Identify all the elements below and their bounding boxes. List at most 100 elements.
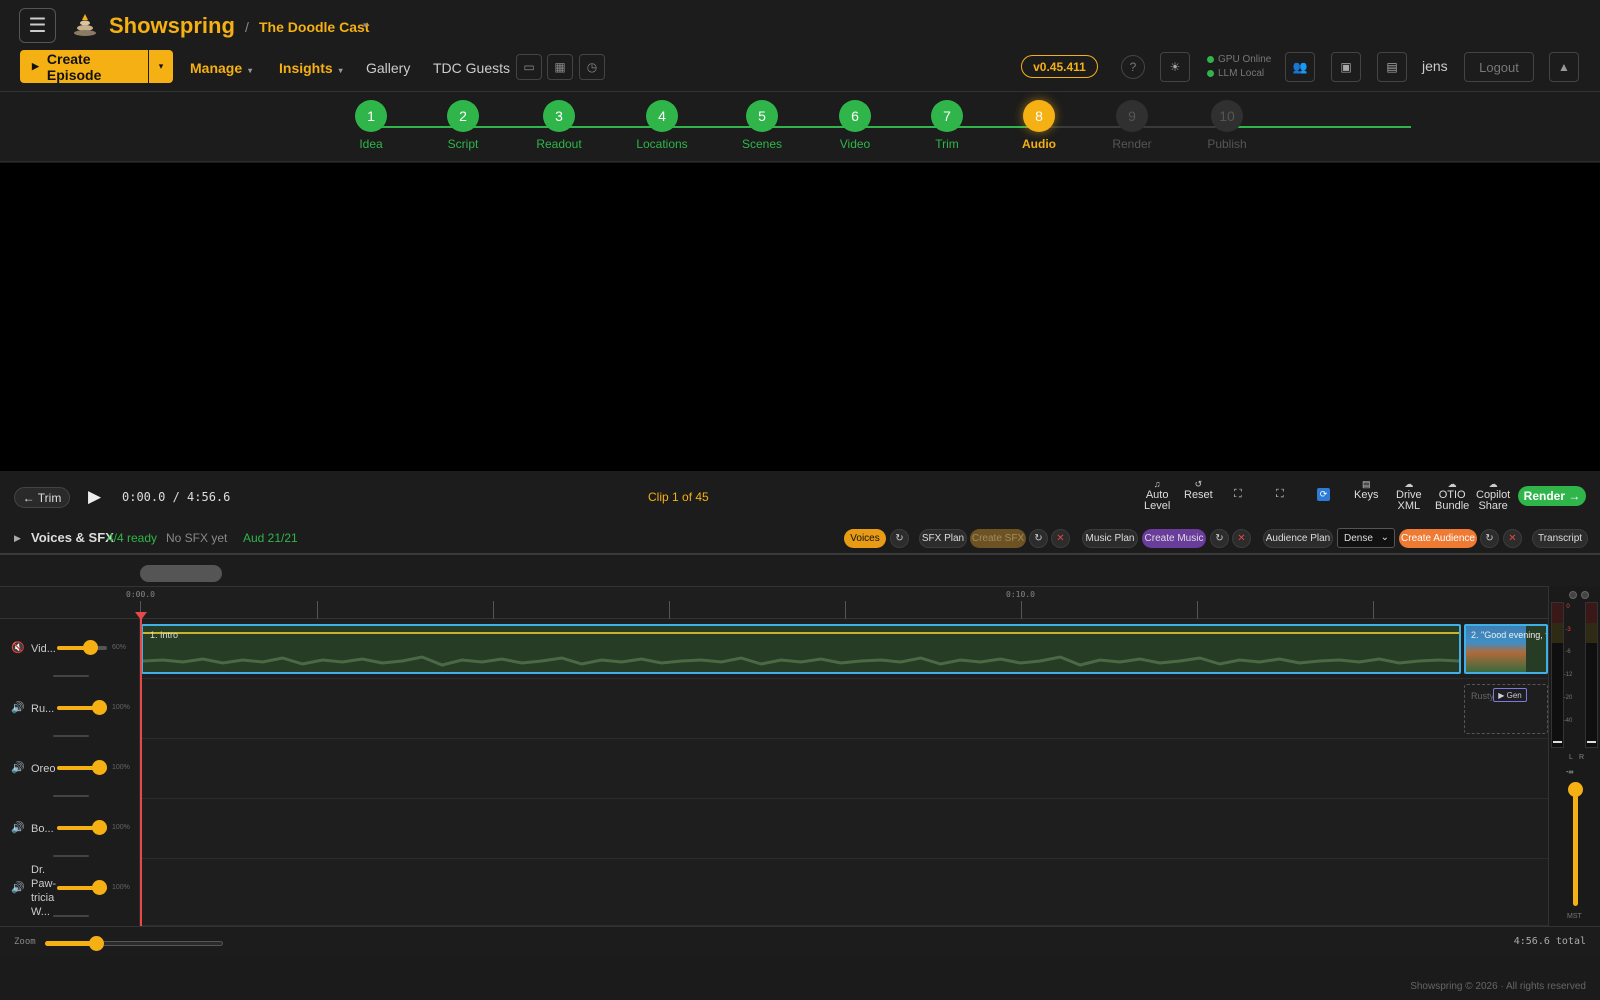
- calendar-icon[interactable]: ▦: [547, 54, 573, 80]
- video-preview[interactable]: [0, 163, 1600, 471]
- step-publish[interactable]: 10 Publish: [1187, 100, 1267, 151]
- meter-dot-icon[interactable]: [1581, 591, 1589, 599]
- chat-icon[interactable]: ▤: [1377, 52, 1407, 82]
- track-volume-knob[interactable]: [83, 640, 98, 655]
- master-fader-track[interactable]: [1573, 786, 1578, 906]
- zoom-slider-knob[interactable]: [89, 936, 104, 951]
- step-script[interactable]: 2 Script: [423, 100, 503, 151]
- playhead-handle-icon[interactable]: [135, 612, 147, 620]
- clip-good-evening[interactable]: 2. "Good evening, f: [1464, 624, 1548, 674]
- theme-toggle-sun-icon[interactable]: ☀: [1160, 52, 1190, 82]
- music-refresh-icon[interactable]: ↻: [1210, 529, 1229, 548]
- reset-button[interactable]: ↺ Reset: [1184, 479, 1213, 501]
- otio-bundle-button[interactable]: ☁ OTIO Bundle: [1435, 479, 1469, 512]
- step-label: Idea: [359, 137, 383, 151]
- timeline-ruler[interactable]: 0:00.0 0:10.0: [0, 586, 1548, 619]
- speaker-muted-icon[interactable]: 🔇: [11, 641, 25, 654]
- track-volume-knob[interactable]: [92, 880, 107, 895]
- step-audio[interactable]: 8 Audio: [999, 100, 1079, 151]
- track-resize-handle[interactable]: [53, 675, 89, 677]
- project-breadcrumb[interactable]: The Doodle Cast: [259, 19, 369, 35]
- step-render[interactable]: 9 Render: [1092, 100, 1172, 151]
- auto-level-button[interactable]: ♫ Auto Level: [1144, 479, 1170, 512]
- insights-chevron-down-icon: ▾: [338, 66, 343, 75]
- step-label: Script: [447, 137, 479, 151]
- create-audience-button[interactable]: Create Audience: [1399, 529, 1477, 548]
- track-resize-handle[interactable]: [53, 915, 89, 917]
- video-icon[interactable]: ▭: [516, 54, 542, 80]
- track-resize-handle[interactable]: [53, 855, 89, 857]
- step-readout[interactable]: 3 Readout: [519, 100, 599, 151]
- create-episode-button[interactable]: ▶ Create Episode: [20, 50, 148, 83]
- sfx-refresh-icon[interactable]: ↻: [1029, 529, 1048, 548]
- step-video[interactable]: 6 Video: [815, 100, 895, 151]
- track-row-dr-pawtricia: 🔊 Dr. Paw- tricia W... 100%: [0, 859, 1548, 926]
- play-icon[interactable]: ▶: [88, 487, 106, 507]
- total-duration: 4:56.6 total: [1513, 936, 1586, 947]
- back-to-trim-button[interactable]: ← Trim: [14, 487, 70, 508]
- copilot-share-label-2: Share: [1478, 500, 1508, 512]
- hamburger-menu-button[interactable]: ☰: [19, 8, 56, 43]
- step-trim[interactable]: 7 Trim: [907, 100, 987, 151]
- nav-gallery[interactable]: Gallery: [366, 60, 410, 76]
- generate-button[interactable]: ▶ Gen: [1493, 688, 1527, 702]
- clip-intro[interactable]: 1. Intro: [141, 624, 1461, 674]
- track-volume-knob[interactable]: [92, 820, 107, 835]
- project-chevron-down-icon[interactable]: ▾: [363, 20, 368, 31]
- version-badge[interactable]: v0.45.411: [1021, 55, 1098, 78]
- speaker-icon[interactable]: 🔊: [11, 761, 25, 774]
- create-sfx-button[interactable]: Create SFX: [970, 529, 1026, 548]
- sfx-plan-button[interactable]: SFX Plan: [919, 529, 967, 548]
- voices-sfx-title[interactable]: Voices & SFX: [31, 530, 114, 545]
- create-music-button[interactable]: Create Music: [1142, 529, 1206, 548]
- nav-manage[interactable]: Manage ▾: [190, 60, 252, 76]
- timeline-scroll-thumb[interactable]: [140, 565, 222, 582]
- copilot-share-button[interactable]: ☁ Copilot Share: [1476, 479, 1510, 512]
- track-resize-handle[interactable]: [53, 735, 89, 737]
- keys-button[interactable]: ▤ Keys: [1354, 479, 1378, 501]
- voices-button[interactable]: Voices: [844, 529, 886, 548]
- voices-refresh-icon[interactable]: ↻: [890, 529, 909, 548]
- render-button[interactable]: Render →: [1518, 486, 1586, 506]
- meter-dot-icon[interactable]: [1569, 591, 1577, 599]
- music-clear-icon[interactable]: ✕: [1232, 529, 1251, 548]
- step-idea[interactable]: 1 Idea: [331, 100, 411, 151]
- track-volume-slider[interactable]: [57, 646, 107, 650]
- brand-name[interactable]: Showspring: [109, 13, 235, 39]
- users-icon[interactable]: 👥: [1285, 52, 1315, 82]
- playhead[interactable]: [140, 613, 142, 927]
- help-button[interactable]: ?: [1121, 55, 1145, 79]
- create-episode-dropdown-button[interactable]: ▾: [149, 50, 173, 83]
- master-fader-knob[interactable]: [1568, 782, 1583, 797]
- fit-icon[interactable]: ⛶: [1234, 488, 1248, 502]
- db-label: -20: [1563, 695, 1573, 701]
- logout-button[interactable]: Logout: [1464, 52, 1534, 82]
- fullscreen-icon[interactable]: ⛶: [1276, 488, 1290, 502]
- speaker-icon[interactable]: 🔊: [11, 821, 25, 834]
- step-locations[interactable]: 4 Locations: [622, 100, 702, 151]
- play-icon: ▶: [32, 61, 39, 71]
- sync-icon[interactable]: ⟳: [1317, 488, 1330, 501]
- speaker-icon[interactable]: 🔊: [11, 881, 25, 894]
- step-scenes[interactable]: 5 Scenes: [722, 100, 802, 151]
- track-name: Dr. Paw- tricia W...: [31, 863, 56, 919]
- transcript-button[interactable]: Transcript: [1532, 529, 1588, 548]
- nav-tdc-guests[interactable]: TDC Guests: [433, 60, 510, 76]
- nav-insights[interactable]: Insights ▾: [279, 60, 343, 76]
- density-select[interactable]: Dense ⌄: [1337, 528, 1395, 548]
- presentation-icon[interactable]: ▣: [1331, 52, 1361, 82]
- sfx-clear-icon[interactable]: ✕: [1051, 529, 1070, 548]
- audience-plan-button[interactable]: Audience Plan: [1263, 529, 1333, 548]
- audience-refresh-icon[interactable]: ↻: [1480, 529, 1499, 548]
- collapse-up-icon[interactable]: ▲: [1549, 52, 1579, 82]
- music-plan-button[interactable]: Music Plan: [1082, 529, 1138, 548]
- expand-triangle-icon[interactable]: ▶: [14, 533, 21, 544]
- speaker-icon[interactable]: 🔊: [11, 701, 25, 714]
- clip-volume-line[interactable]: [143, 632, 1459, 634]
- track-volume-knob[interactable]: [92, 760, 107, 775]
- track-volume-knob[interactable]: [92, 700, 107, 715]
- drive-xml-button[interactable]: ☁ Drive XML: [1396, 479, 1422, 512]
- clock-icon[interactable]: ◷: [579, 54, 605, 80]
- track-resize-handle[interactable]: [53, 795, 89, 797]
- audience-clear-icon[interactable]: ✕: [1503, 529, 1522, 548]
